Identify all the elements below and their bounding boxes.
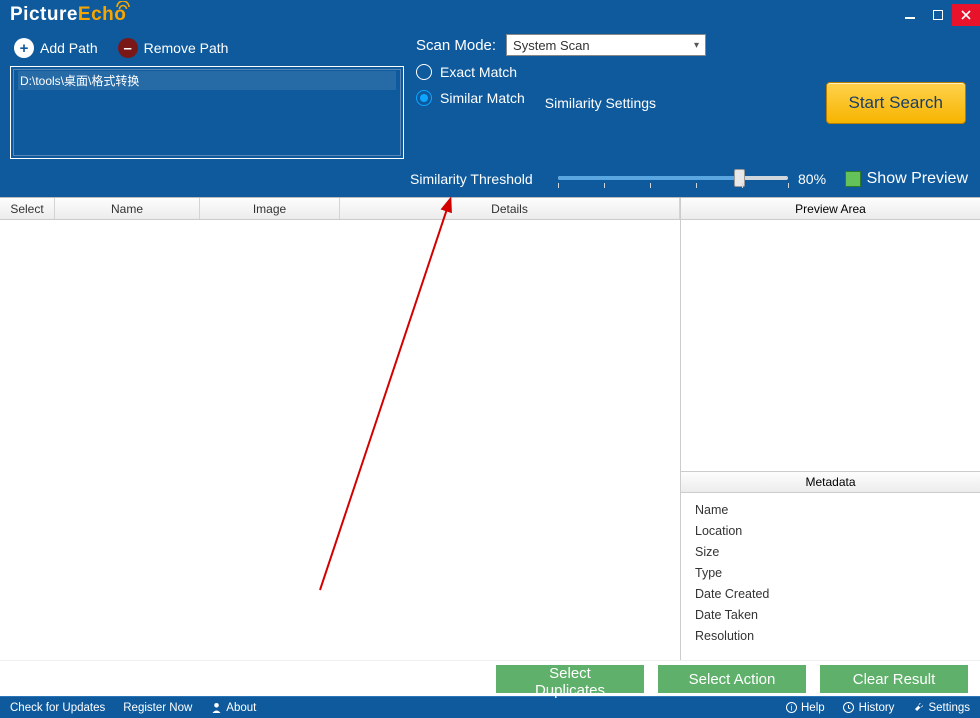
radio-selected-icon	[416, 90, 432, 106]
checkbox-icon	[845, 171, 861, 187]
about-link[interactable]: About	[210, 702, 256, 714]
results-pane: Select Name Image Details	[0, 198, 680, 660]
minus-icon: –	[118, 38, 138, 58]
col-details[interactable]: Details	[340, 198, 680, 219]
threshold-label: Similarity Threshold	[410, 171, 533, 187]
slider-tick	[696, 183, 697, 188]
app-name-part2: Echo	[78, 4, 126, 26]
slider-tick	[604, 183, 605, 188]
scan-mode-select[interactable]: System Scan ▾	[506, 34, 706, 56]
svg-text:i: i	[790, 704, 792, 713]
clock-icon	[843, 702, 855, 714]
col-name[interactable]: Name	[55, 198, 200, 219]
chevron-down-icon: ▾	[694, 40, 699, 51]
slider-tick	[650, 183, 651, 188]
meta-type: Type	[695, 566, 966, 580]
exact-match-label: Exact Match	[440, 64, 517, 80]
plus-icon: +	[14, 38, 34, 58]
info-icon: i	[785, 702, 797, 714]
clear-result-button[interactable]: Clear Result	[820, 665, 968, 693]
select-action-button[interactable]: Select Action	[658, 665, 806, 693]
history-link[interactable]: History	[843, 702, 895, 714]
action-row: Select Duplicates Select Action Clear Re…	[0, 660, 980, 696]
path-item[interactable]: D:\tools\桌面\格式转换	[18, 71, 396, 90]
help-link[interactable]: i Help	[785, 702, 825, 714]
results-canvas	[0, 220, 680, 660]
maximize-icon	[933, 10, 943, 20]
meta-location: Location	[695, 524, 966, 538]
similar-match-radio[interactable]: Similar Match	[416, 90, 525, 106]
wrench-icon	[912, 702, 924, 714]
register-link[interactable]: Register Now	[123, 702, 192, 714]
history-label: History	[859, 702, 895, 714]
preview-pane: Preview Area Metadata Name Location Size…	[680, 198, 980, 660]
person-icon	[210, 702, 222, 714]
about-label: About	[226, 702, 256, 714]
path-panel: + Add Path – Remove Path D:\tools\桌面\格式转…	[10, 34, 404, 159]
scan-mode-label: Scan Mode:	[416, 37, 496, 54]
radio-icon	[416, 64, 432, 80]
preview-canvas	[681, 220, 980, 471]
path-box: D:\tools\桌面\格式转换	[10, 66, 404, 159]
slider-fill	[558, 176, 742, 180]
results-columns: Select Name Image Details	[0, 198, 680, 220]
meta-date-taken: Date Taken	[695, 608, 966, 622]
wifi-icon	[116, 1, 130, 11]
meta-date-created: Date Created	[695, 587, 966, 601]
close-icon	[961, 10, 971, 20]
threshold-slider[interactable]	[558, 167, 788, 191]
show-preview-toggle[interactable]: Show Preview	[845, 170, 968, 188]
statusbar: Check for Updates Register Now About i H…	[0, 696, 980, 718]
col-select[interactable]: Select	[0, 198, 55, 219]
meta-name: Name	[695, 503, 966, 517]
threshold-value: 80%	[798, 171, 826, 187]
settings-link[interactable]: Settings	[912, 702, 970, 714]
slider-tick	[788, 183, 789, 188]
threshold-row: Similarity Threshold 80% Show Preview	[0, 165, 980, 197]
titlebar: Picture Echo	[0, 0, 980, 30]
preview-header: Preview Area	[681, 198, 980, 220]
check-updates-link[interactable]: Check for Updates	[10, 702, 105, 714]
remove-path-button[interactable]: – Remove Path	[114, 34, 233, 62]
slider-tick	[558, 183, 559, 188]
meta-size: Size	[695, 545, 966, 559]
slider-thumb[interactable]	[734, 169, 745, 187]
path-buttons: + Add Path – Remove Path	[10, 34, 404, 62]
main-area: Select Name Image Details Preview Area M…	[0, 197, 980, 660]
scan-mode-value: System Scan	[513, 38, 590, 53]
meta-resolution: Resolution	[695, 629, 966, 643]
similarity-settings-link[interactable]: Similarity Settings	[545, 95, 656, 111]
similar-match-label: Similar Match	[440, 90, 525, 106]
minimize-button[interactable]	[896, 4, 924, 26]
maximize-button[interactable]	[924, 4, 952, 26]
slider-tick	[742, 183, 743, 188]
close-button[interactable]	[952, 4, 980, 26]
path-list[interactable]: D:\tools\桌面\格式转换	[13, 69, 401, 156]
settings-label: Settings	[928, 702, 970, 714]
app-name-part1: Picture	[10, 4, 78, 26]
show-preview-label: Show Preview	[867, 170, 968, 188]
select-duplicates-button[interactable]: Select Duplicates	[496, 665, 644, 693]
app-logo: Picture Echo	[10, 4, 126, 26]
remove-path-label: Remove Path	[144, 40, 229, 56]
metadata-body: Name Location Size Type Date Created Dat…	[681, 493, 980, 660]
col-image[interactable]: Image	[200, 198, 340, 219]
add-path-label: Add Path	[40, 40, 98, 56]
annotation-arrow	[290, 190, 470, 610]
scan-mode-row: Scan Mode: System Scan ▾	[416, 34, 970, 56]
help-label: Help	[801, 702, 825, 714]
window-controls	[896, 4, 980, 26]
metadata-header: Metadata	[681, 471, 980, 493]
add-path-button[interactable]: + Add Path	[10, 34, 102, 62]
minimize-icon	[905, 10, 915, 20]
start-search-button[interactable]: Start Search	[826, 82, 967, 124]
exact-match-radio[interactable]: Exact Match	[416, 64, 970, 80]
